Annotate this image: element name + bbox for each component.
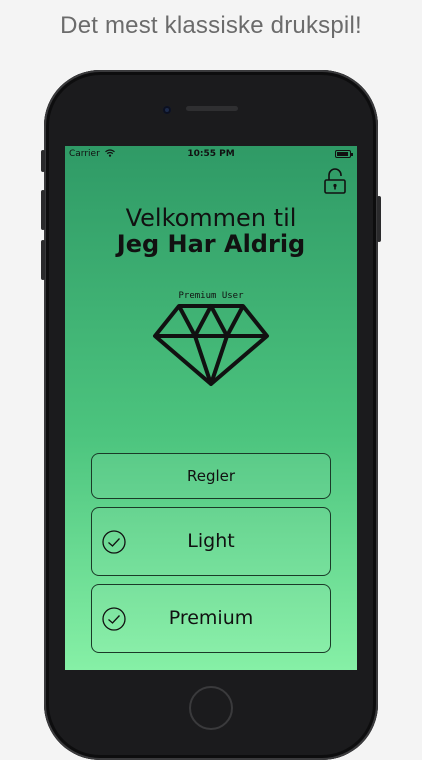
checkmark-circle-icon bbox=[102, 530, 126, 554]
premium-button-label: Premium bbox=[168, 607, 254, 629]
promo-headline: Det mest klassiske drukspil! bbox=[60, 12, 362, 39]
premium-mode-button[interactable]: Premium bbox=[91, 584, 331, 653]
volume-up-button bbox=[41, 190, 45, 230]
front-camera bbox=[163, 106, 171, 114]
power-button bbox=[377, 196, 381, 242]
unlocked-padlock-icon[interactable] bbox=[323, 168, 347, 194]
volume-down-button bbox=[41, 240, 45, 280]
checkmark-circle-icon bbox=[102, 607, 126, 631]
battery-icon bbox=[335, 150, 353, 158]
earpiece-speaker bbox=[186, 106, 238, 111]
rules-button[interactable]: Regler bbox=[91, 453, 331, 499]
status-bar: Carrier 10:55 PM bbox=[65, 146, 357, 164]
app-title: Jeg Har Aldrig bbox=[116, 230, 306, 258]
status-time: 10:55 PM bbox=[187, 149, 235, 159]
light-mode-button[interactable]: Light bbox=[91, 507, 331, 576]
home-button[interactable] bbox=[189, 686, 233, 730]
app-screen: Carrier 10:55 PM Velkommen til Jeg Har A… bbox=[65, 146, 357, 670]
light-button-label: Light bbox=[187, 530, 235, 552]
rules-button-label: Regler bbox=[186, 467, 236, 485]
diamond-icon bbox=[153, 304, 269, 386]
mute-switch bbox=[41, 150, 45, 172]
welcome-text: Velkommen til bbox=[125, 204, 297, 232]
